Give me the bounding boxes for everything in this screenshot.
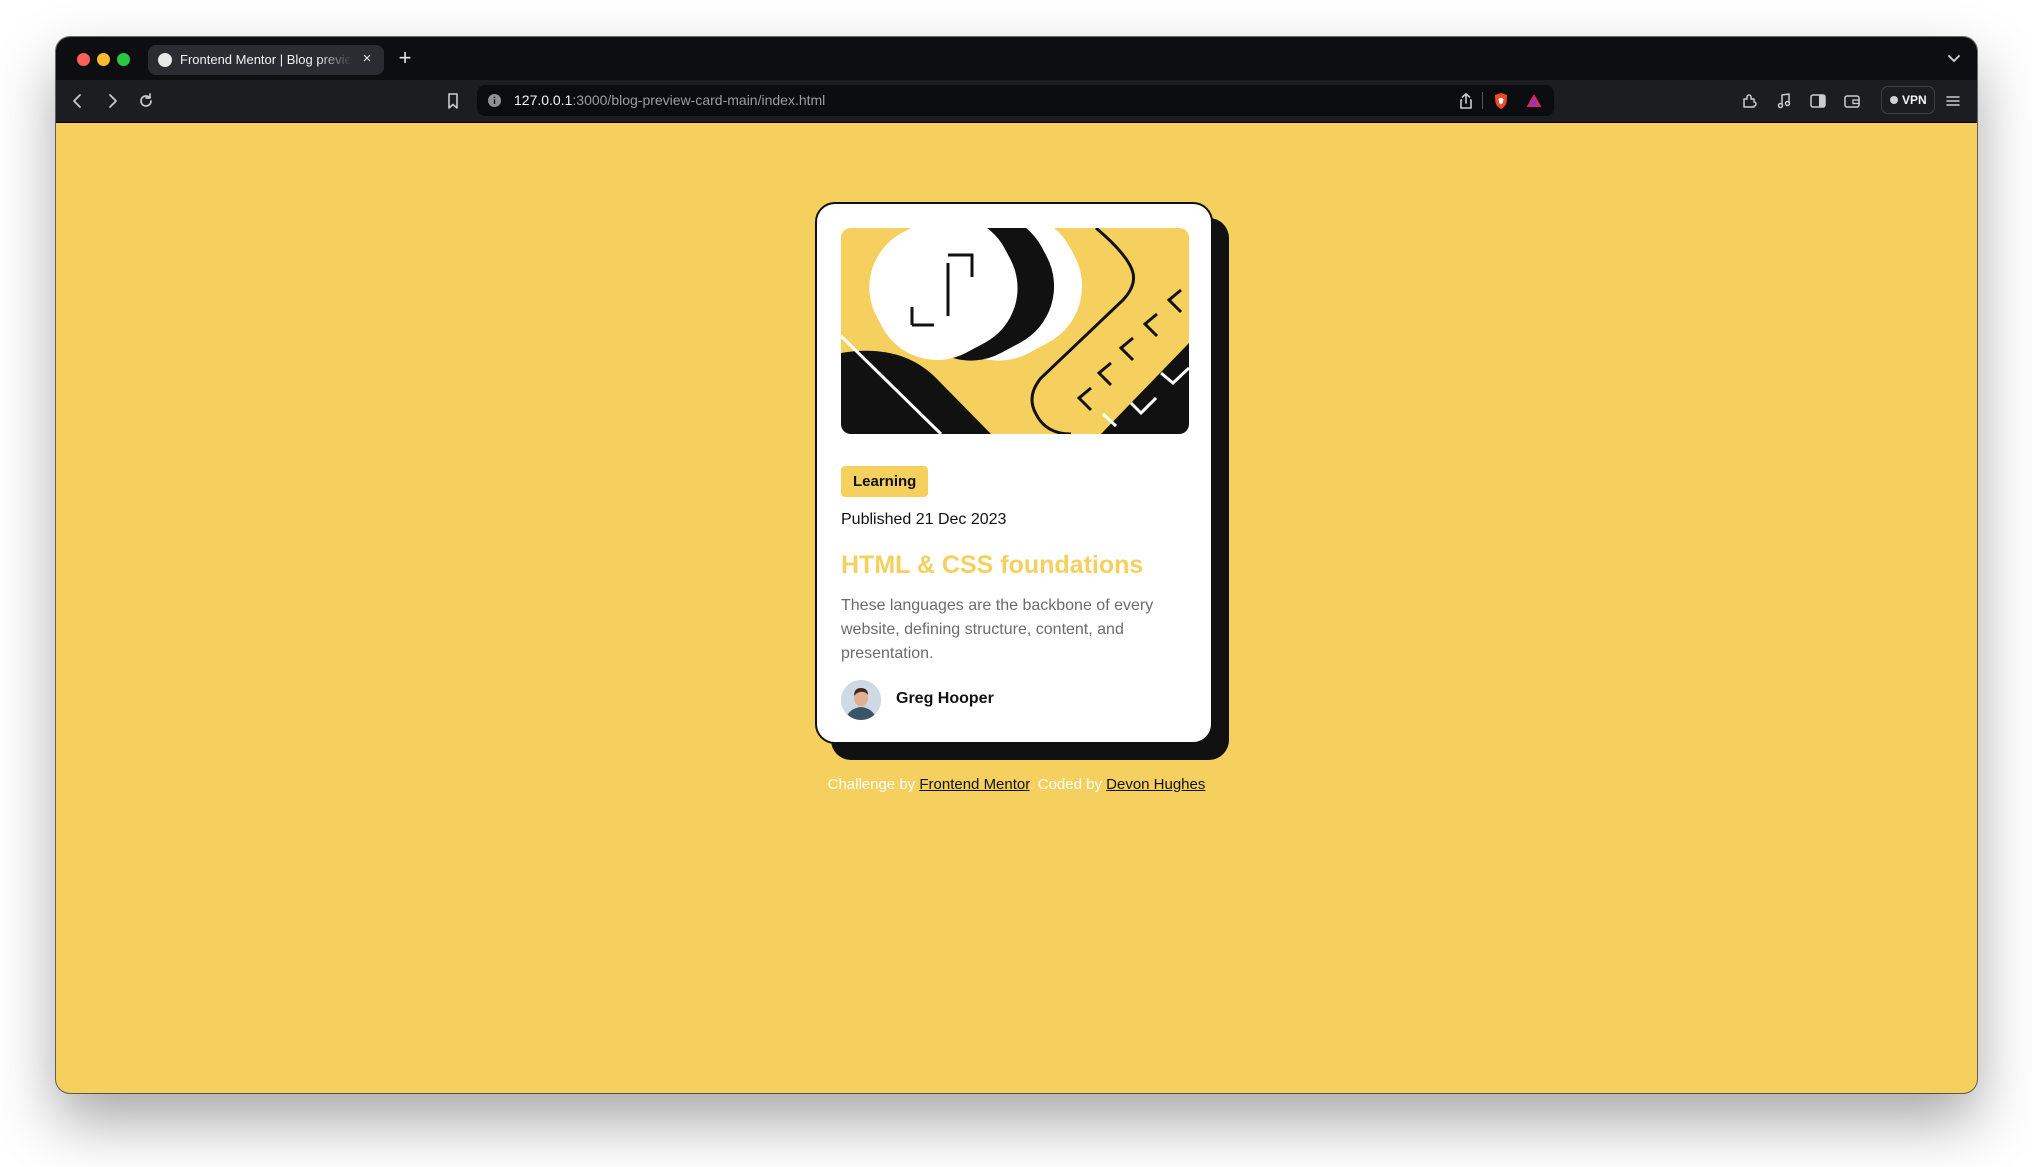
author-name: Greg Hooper xyxy=(896,690,994,707)
tab-bar: Frontend Mentor | Blog preview card × + xyxy=(56,37,1977,80)
card-description: These languages are the backbone of ever… xyxy=(841,597,1154,662)
attribution-challenge-text: Challenge by xyxy=(827,776,916,793)
separator xyxy=(1482,92,1483,109)
tab-active[interactable]: Frontend Mentor | Blog preview card × xyxy=(148,45,384,75)
extensions-icon[interactable] xyxy=(1740,91,1760,111)
brave-shields-icon[interactable] xyxy=(1491,91,1511,111)
brave-rewards-icon[interactable] xyxy=(1524,91,1544,111)
attribution-coded-text: . Coded by xyxy=(1029,776,1102,793)
chevron-down-icon[interactable] xyxy=(1945,49,1963,67)
author-link[interactable]: Devon Hughes xyxy=(1106,776,1205,793)
favicon-icon xyxy=(158,53,172,67)
site-info-icon[interactable] xyxy=(487,93,502,108)
back-icon[interactable] xyxy=(68,91,88,111)
illustration-image xyxy=(841,228,1189,434)
card-title[interactable]: HTML & CSS foundations xyxy=(841,551,1143,580)
browser-toolbar: 127.0.0.1:3000/blog-preview-card-main/in… xyxy=(56,80,1977,123)
share-icon[interactable] xyxy=(1456,91,1476,111)
frontend-mentor-link[interactable]: Frontend Mentor xyxy=(919,776,1029,793)
menu-icon[interactable] xyxy=(1943,91,1963,111)
vpn-button[interactable]: VPN xyxy=(1881,86,1935,114)
url-path: :3000/blog-preview-card-main/index.html xyxy=(572,92,826,108)
wallet-icon[interactable] xyxy=(1842,91,1862,111)
avatar xyxy=(841,680,881,720)
forward-icon[interactable] xyxy=(102,91,122,111)
reload-icon[interactable] xyxy=(136,91,156,111)
attribution: Challenge by Frontend Mentor. Coded by D… xyxy=(56,776,1977,793)
tab-title: Frontend Mentor | Blog preview card xyxy=(180,52,352,67)
bookmark-icon[interactable] xyxy=(443,91,463,111)
close-window-button[interactable] xyxy=(77,53,90,66)
address-bar[interactable]: 127.0.0.1:3000/blog-preview-card-main/in… xyxy=(477,85,1554,116)
category-badge: Learning xyxy=(841,466,929,497)
page-content: Learning Published 21 Dec 2023 HTML & CS… xyxy=(56,123,1977,1093)
vpn-label: VPN xyxy=(1902,93,1927,107)
url-host: 127.0.0.1 xyxy=(514,92,573,108)
maximize-window-button[interactable] xyxy=(117,53,130,66)
browser-window: Frontend Mentor | Blog preview card × + xyxy=(56,37,1977,1093)
sidebar-icon[interactable] xyxy=(1808,91,1828,111)
vpn-status-icon xyxy=(1890,96,1898,104)
tab-close-icon[interactable]: × xyxy=(358,50,376,68)
published-date: Published 21 Dec 2023 xyxy=(841,511,1007,528)
minimize-window-button[interactable] xyxy=(97,53,110,66)
blog-preview-card: Learning Published 21 Dec 2023 HTML & CS… xyxy=(815,202,1213,744)
media-icon[interactable] xyxy=(1774,91,1794,111)
new-tab-button[interactable]: + xyxy=(394,47,416,69)
url-text: 127.0.0.1:3000/blog-preview-card-main/in… xyxy=(514,92,825,110)
